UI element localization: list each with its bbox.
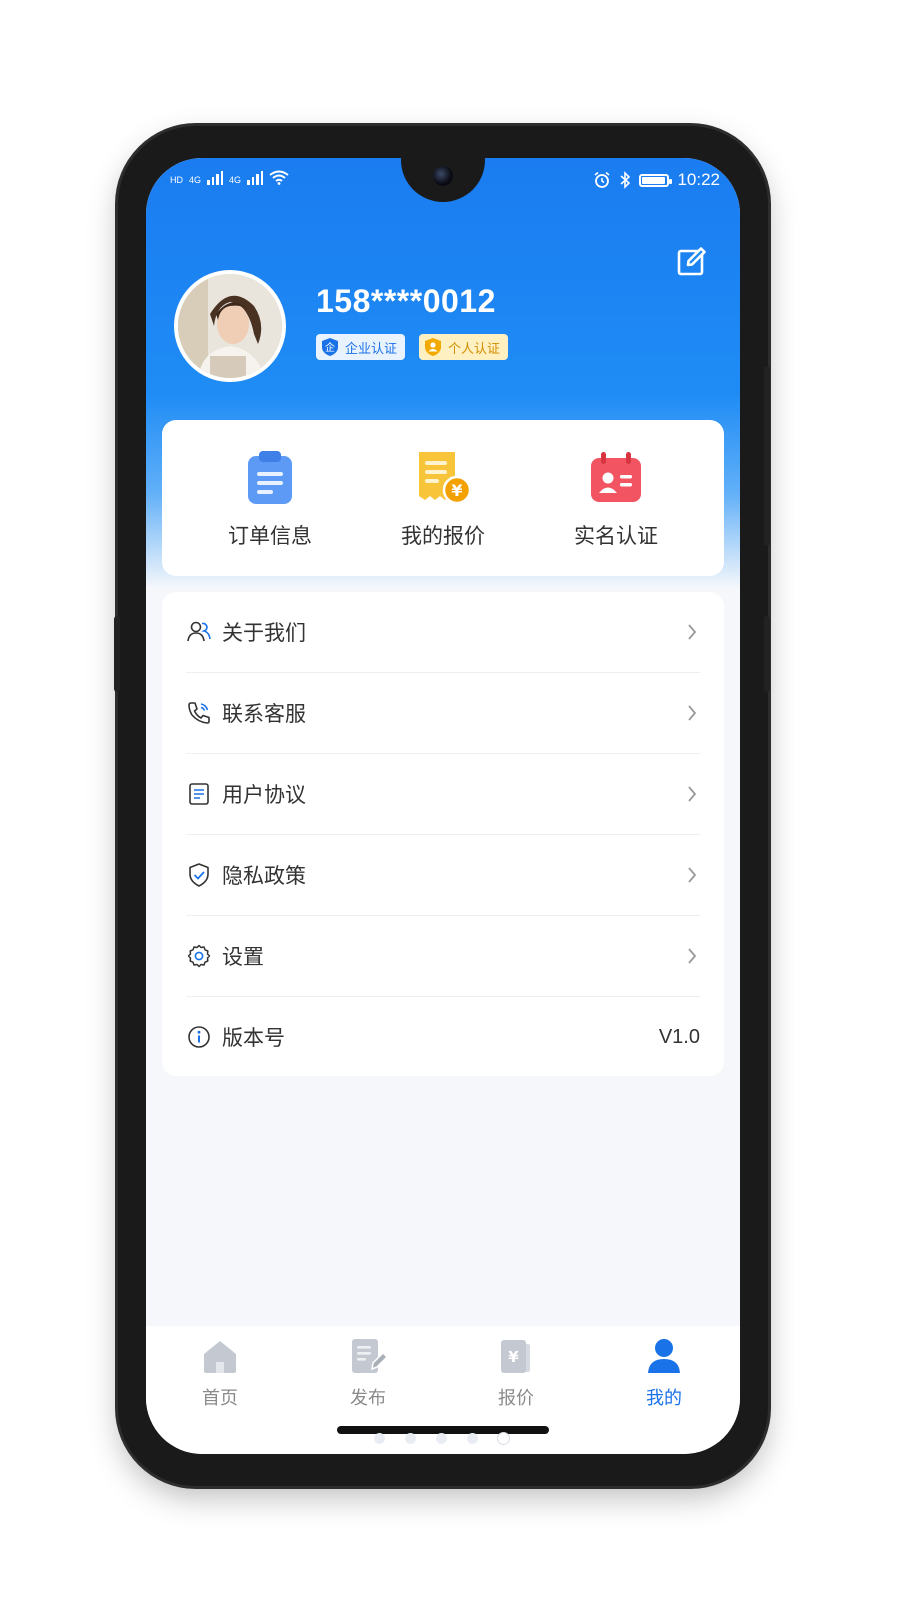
info-icon	[188, 1026, 210, 1048]
edit-profile-icon[interactable]	[674, 244, 710, 280]
chevron-right-icon	[688, 867, 697, 883]
battery-icon	[639, 173, 673, 187]
tab-home[interactable]: 首页	[170, 1336, 270, 1410]
alarm-icon	[594, 171, 610, 188]
verification-badges: 企 企业认证 个人认证	[316, 334, 509, 360]
user-phone: 158****0012	[316, 283, 496, 319]
quick-action-my-quotes[interactable]: ¥ 我的报价	[373, 448, 513, 550]
status-left: HD 4G 4G	[170, 170, 289, 185]
menu-item-contact-support[interactable]: 联系客服	[186, 673, 700, 753]
wifi-icon	[269, 170, 289, 185]
publish-icon	[352, 1339, 389, 1373]
document-icon	[189, 783, 209, 805]
tab-publish[interactable]: 发布	[318, 1336, 418, 1410]
network-label-2: 4G	[229, 175, 242, 185]
tab-quotes[interactable]: ¥ 报价	[466, 1336, 566, 1410]
tab-label: 报价	[498, 1388, 534, 1409]
menu-item-privacy-policy[interactable]: 隐私政策	[186, 835, 700, 915]
enterprise-badge-label: 企业认证	[345, 341, 398, 357]
enterprise-shield-icon: 企	[322, 338, 338, 356]
quote-icon: ¥	[501, 1340, 530, 1373]
tab-label: 首页	[202, 1388, 238, 1409]
chevron-right-icon	[688, 705, 697, 721]
menu-item-about-us[interactable]: 关于我们	[186, 592, 700, 672]
page-indicator-dots	[374, 1433, 509, 1444]
signal-icon	[207, 171, 224, 185]
page-dot-active	[498, 1433, 509, 1444]
id-card-icon	[591, 452, 641, 502]
profile-icon	[648, 1339, 680, 1373]
menu-item-version: 版本号 V1.0	[186, 997, 700, 1077]
chevron-right-icon	[688, 786, 697, 802]
quick-action-label: 订单信息	[228, 524, 312, 548]
quick-action-label: 实名认证	[574, 524, 658, 548]
menu-card: 关于我们 联系客服 用户协议 隐私政策 设置 版本号 V1.0	[162, 592, 724, 1076]
shield-check-icon	[189, 863, 209, 887]
menu-item-label: 设置	[222, 945, 264, 969]
signal-icon-2	[247, 171, 264, 185]
network-label-1: 4G	[189, 175, 202, 185]
person-shield-icon	[425, 338, 442, 356]
menu-item-user-agreement[interactable]: 用户协议	[186, 754, 700, 834]
quote-icon-text: ¥	[451, 481, 462, 500]
menu-item-label: 版本号	[222, 1026, 285, 1050]
home-icon	[204, 1341, 236, 1373]
page-dot	[436, 1433, 447, 1444]
side-key	[114, 616, 120, 692]
power-button	[764, 366, 770, 546]
personal-badge: 个人认证	[419, 334, 509, 360]
tab-profile[interactable]: 我的	[614, 1336, 714, 1410]
bluetooth-icon	[620, 171, 631, 189]
screen: HD 4G 4G 10:22 158****0012 企 企业认证 个人认证 订…	[146, 158, 740, 1454]
quick-actions-card: 订单信息 ¥ 我的报价 实名认证	[162, 420, 724, 576]
clipboard-icon	[248, 451, 292, 504]
page-dot	[467, 1433, 478, 1444]
chevron-right-icon	[688, 624, 697, 640]
tab-label: 发布	[350, 1388, 386, 1409]
quote-tab-icon-text: ¥	[508, 1348, 519, 1366]
quick-action-orders[interactable]: 订单信息	[200, 448, 340, 550]
status-time: 10:22	[677, 170, 720, 189]
status-right: 10:22	[593, 170, 720, 190]
enterprise-icon-text: 企	[325, 341, 335, 354]
chevron-right-icon	[688, 948, 697, 964]
menu-item-label: 关于我们	[222, 621, 306, 645]
tab-label: 我的	[646, 1388, 682, 1409]
menu-item-label: 隐私政策	[222, 864, 306, 888]
version-value: V1.0	[658, 1025, 700, 1048]
menu-item-label: 联系客服	[222, 702, 306, 726]
avatar-photo	[178, 274, 282, 378]
volume-button	[764, 616, 770, 692]
page-dot	[374, 1433, 385, 1444]
quick-action-verification[interactable]: 实名认证	[546, 448, 686, 550]
page-dot	[405, 1433, 416, 1444]
menu-item-settings[interactable]: 设置	[186, 916, 700, 996]
bottom-tab-bar: 首页 发布 ¥ 报价 我的	[146, 1326, 740, 1454]
phone-icon	[188, 702, 210, 724]
enterprise-badge: 企 企业认证	[316, 334, 406, 360]
personal-badge-label: 个人认证	[448, 341, 501, 357]
menu-item-label: 用户协议	[222, 783, 306, 807]
gear-icon	[187, 944, 211, 968]
phone-frame: HD 4G 4G 10:22 158****0012 企 企业认证 个人认证 订…	[114, 126, 770, 1486]
quote-receipt-icon: ¥	[419, 452, 472, 505]
users-icon	[187, 621, 211, 642]
quick-action-label: 我的报价	[401, 524, 485, 548]
hd-label: HD	[170, 175, 183, 185]
avatar[interactable]	[174, 270, 286, 382]
front-camera	[433, 166, 453, 186]
